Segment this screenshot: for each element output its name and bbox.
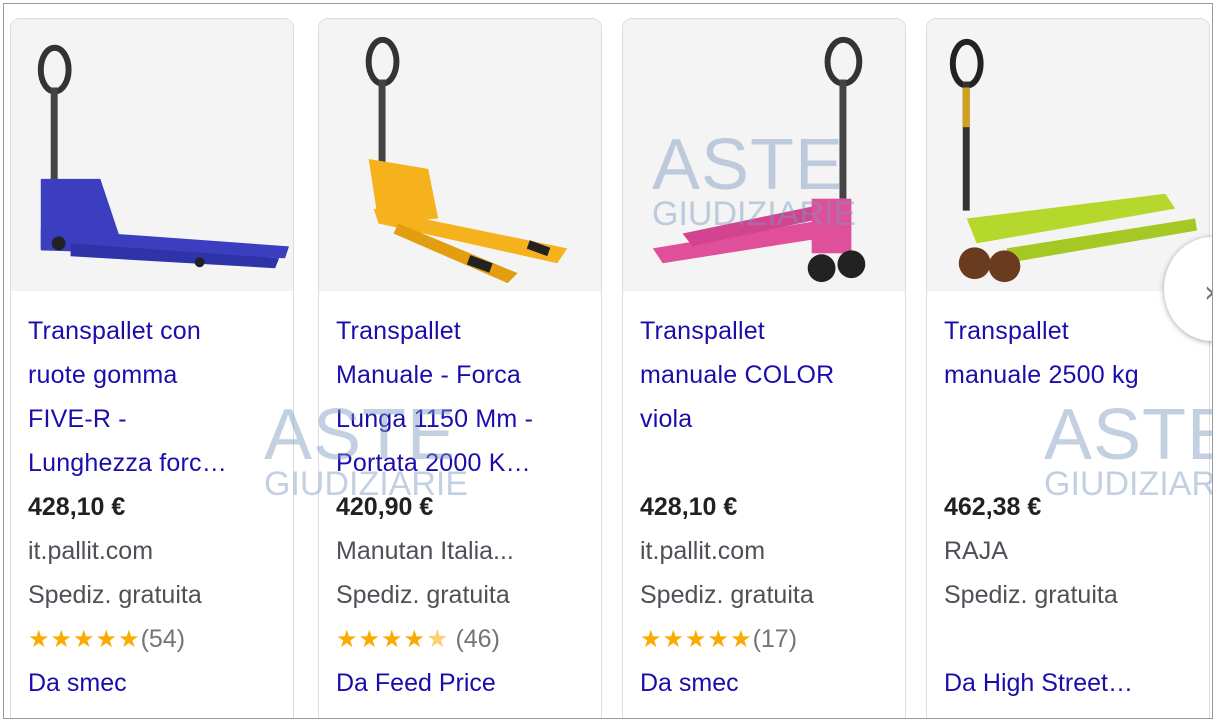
pallet-truck-image xyxy=(319,19,601,291)
merchant-link[interactable]: Da smec xyxy=(28,661,281,705)
half-star-icon: ★ xyxy=(426,625,449,653)
pallet-truck-image xyxy=(623,19,905,291)
review-count: (17) xyxy=(752,625,798,653)
product-card[interactable]: Transpallet manuale COLOR viola 428,10 €… xyxy=(622,18,906,718)
merchant-link[interactable]: Da smec xyxy=(640,661,893,705)
review-count: (54) xyxy=(140,625,186,653)
product-seller: it.pallit.com xyxy=(640,537,766,565)
shipping-info: Spediz. gratuita xyxy=(640,581,814,609)
rating: ★★★★★(17) xyxy=(640,617,893,661)
shipping-info: Spediz. gratuita xyxy=(944,581,1118,609)
shipping-info: Spediz. gratuita xyxy=(28,581,202,609)
rating: ★★★★★ (46) xyxy=(336,617,589,661)
product-price: 462,38 € xyxy=(944,493,1042,521)
pallet-truck-image xyxy=(11,19,293,291)
product-price: 428,10 € xyxy=(28,493,126,521)
product-seller: Manutan Italia... xyxy=(336,537,514,565)
merchant-link[interactable]: Da Feed Price xyxy=(336,661,589,705)
chevron-right-icon: › xyxy=(1204,275,1212,310)
product-card[interactable]: Transpallet manuale 2500 kg 462,38 € RAJ… xyxy=(926,18,1210,718)
product-image[interactable] xyxy=(319,19,601,291)
star-rating-icon: ★★★★★ xyxy=(28,626,141,653)
product-card[interactable]: Transpallet con ruote gomma FIVE-R - Lun… xyxy=(10,18,294,718)
shopping-carousel: Transpallet con ruote gomma FIVE-R - Lun… xyxy=(3,3,1213,719)
rating: ★★★★★(54) xyxy=(28,617,281,661)
product-price: 420,90 € xyxy=(336,493,434,521)
product-seller: RAJA xyxy=(944,537,1008,565)
product-price: 428,10 € xyxy=(640,493,738,521)
rating xyxy=(944,617,1197,661)
product-seller: it.pallit.com xyxy=(28,537,154,565)
merchant-link[interactable]: Da High Street… xyxy=(944,661,1197,705)
product-card[interactable]: Transpallet Manuale - Forca Lunga 1150 M… xyxy=(318,18,602,718)
review-count: (46) xyxy=(455,625,500,653)
product-image[interactable] xyxy=(927,19,1209,291)
star-rating-icon: ★★★★ xyxy=(336,626,427,653)
product-title[interactable]: Transpallet con ruote gomma FIVE-R - Lun… xyxy=(28,309,281,485)
star-rating-icon: ★★★★★ xyxy=(640,626,753,653)
pallet-truck-image xyxy=(927,19,1209,291)
product-title[interactable]: Transpallet manuale COLOR viola xyxy=(640,309,893,485)
product-image[interactable] xyxy=(11,19,293,291)
product-title[interactable]: Transpallet manuale 2500 kg xyxy=(944,309,1197,485)
shipping-info: Spediz. gratuita xyxy=(336,581,510,609)
product-title[interactable]: Transpallet Manuale - Forca Lunga 1150 M… xyxy=(336,309,589,485)
product-image[interactable] xyxy=(623,19,905,291)
